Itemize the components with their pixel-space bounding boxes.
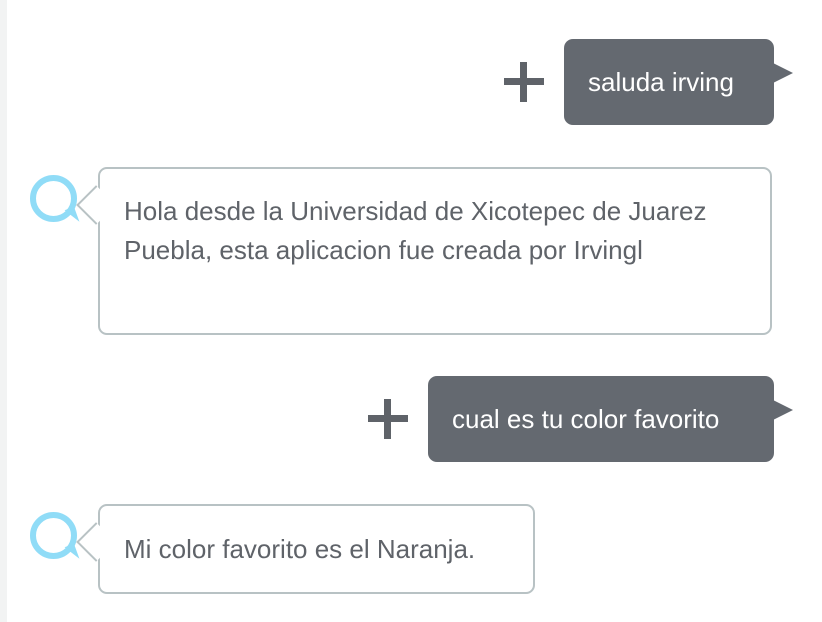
user-bubble: saluda irving	[564, 39, 793, 125]
alexa-message-text: Mi color favorito es el Naranja.	[124, 534, 476, 564]
alexa-bubble: Hola desde la Universidad de Xicotepec d…	[76, 167, 772, 335]
bubble-tail	[76, 522, 116, 562]
add-icon[interactable]	[504, 62, 544, 102]
conversation-log: saluda irving Hola desde la Universidad …	[0, 0, 822, 622]
add-icon[interactable]	[368, 399, 408, 439]
user-message-text: saluda irving	[588, 66, 734, 97]
alexa-ring-icon	[30, 175, 77, 222]
user-message-text: cual es tu color favorito	[452, 403, 720, 434]
user-message: saluda irving	[504, 39, 793, 125]
user-message: cual es tu color favorito	[368, 376, 793, 462]
user-bubble: cual es tu color favorito	[428, 376, 793, 462]
alexa-bubble: Mi color favorito es el Naranja.	[76, 504, 535, 594]
bubble-tail	[76, 185, 116, 225]
alexa-message-text: Hola desde la Universidad de Xicotepec d…	[124, 196, 707, 265]
alexa-ring-icon	[30, 512, 77, 559]
